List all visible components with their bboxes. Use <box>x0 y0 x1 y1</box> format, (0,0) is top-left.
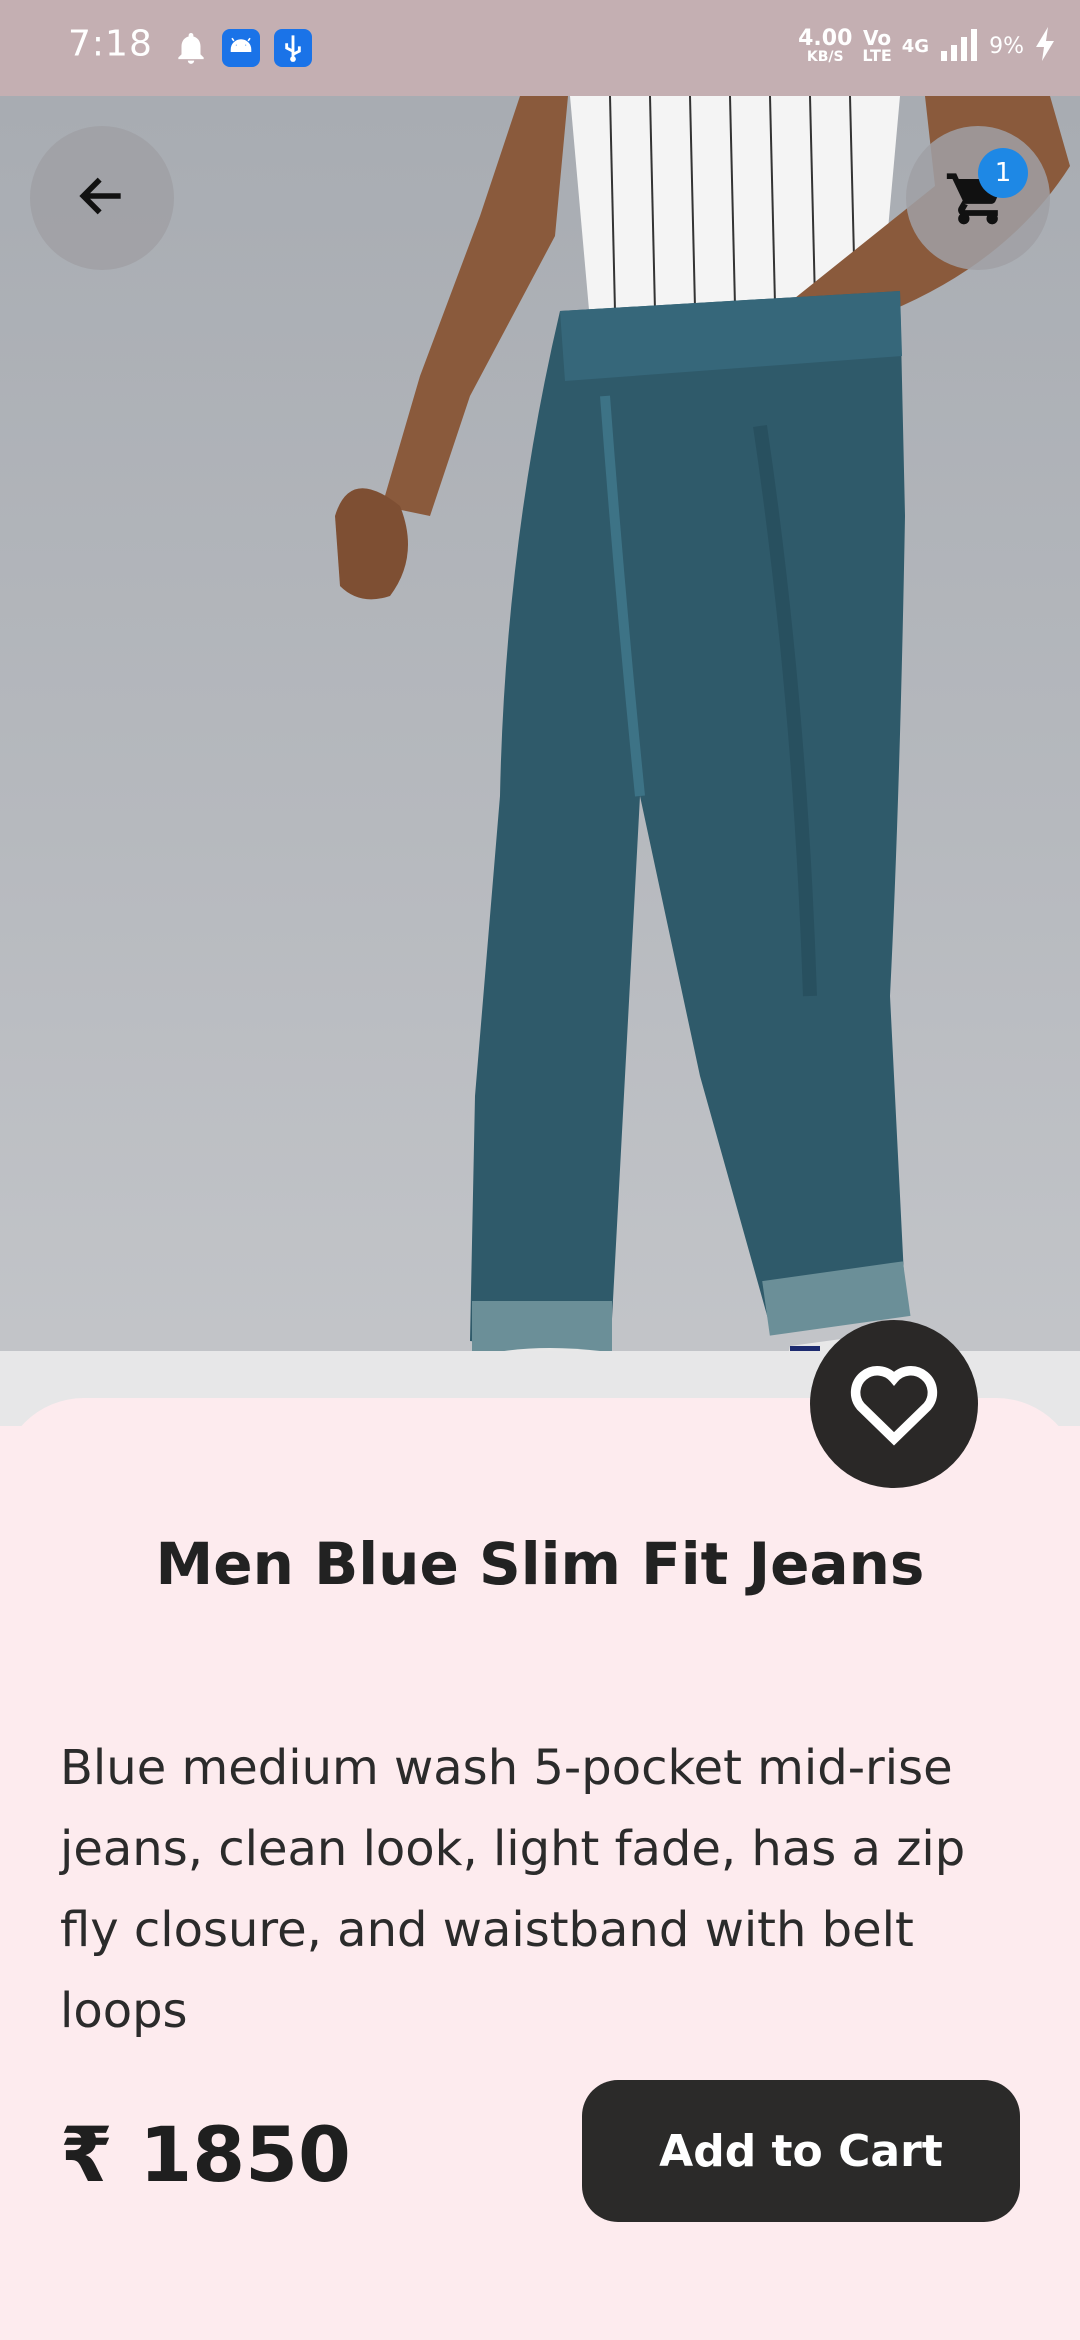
favorite-button[interactable] <box>810 1320 978 1488</box>
arrow-left-icon <box>74 168 130 228</box>
usb-icon <box>274 29 312 67</box>
back-button[interactable] <box>30 126 174 270</box>
cart-count-badge: 1 <box>978 148 1028 198</box>
volte-bottom: LTE <box>862 46 892 65</box>
charging-bolt-icon <box>1034 27 1056 65</box>
jeans-photo-illustration <box>335 96 1070 1396</box>
status-bar: 7:18 4.00 KB/S Vo LTE 4G 9% <box>0 0 1080 96</box>
signal-icon <box>939 27 979 65</box>
network-speed-value: 4.00 <box>798 26 853 51</box>
status-right-group: 4.00 KB/S Vo LTE 4G 9% <box>798 27 1056 65</box>
product-price: ₹ 1850 <box>60 2110 351 2199</box>
product-image <box>0 96 1080 1426</box>
network-speed-unit: KB/S <box>806 49 844 65</box>
notification-bell-icon <box>172 29 210 67</box>
android-icon <box>222 29 260 67</box>
add-to-cart-button[interactable]: Add to Cart <box>582 2080 1020 2222</box>
network-speed: 4.00 KB/S <box>798 26 853 65</box>
heart-outline-icon <box>842 1350 946 1458</box>
cart-button[interactable] <box>906 126 1050 270</box>
status-time: 7:18 <box>68 23 153 65</box>
battery-percent: 9% <box>989 33 1024 59</box>
volte-indicator: Vo LTE <box>862 28 891 64</box>
network-type: 4G <box>901 35 930 57</box>
volte-top: Vo <box>863 26 892 50</box>
product-description: Blue medium wash 5-pocket mid-rise jeans… <box>60 1740 966 2039</box>
product-title: Men Blue Slim Fit Jeans <box>155 1530 925 1598</box>
